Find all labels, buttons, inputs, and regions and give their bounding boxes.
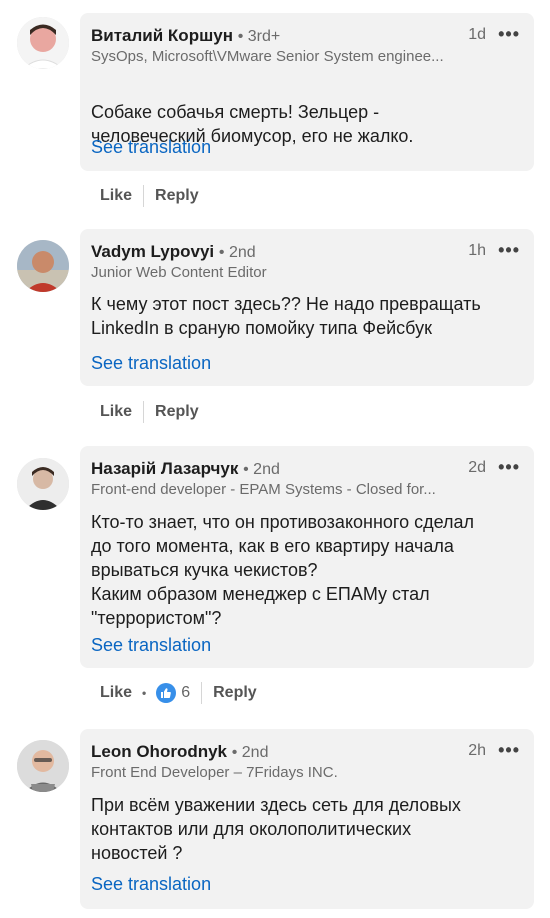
comment-header: Leon Ohorodnyk • 2nd [91,742,268,763]
connection-degree: • 2nd [243,461,280,478]
author-name[interactable]: Leon Ohorodnyk [91,742,227,761]
see-translation-link[interactable]: See translation [91,874,211,895]
see-translation-link[interactable]: See translation [91,353,211,374]
divider [143,185,145,207]
connection-degree: • 2nd [218,244,256,261]
author-name[interactable]: Vadym Lypovyi [91,242,214,261]
divider [143,401,145,423]
see-translation-link[interactable]: See translation [91,137,211,158]
author-name[interactable]: Назарій Лазарчук [91,459,238,478]
comment-text: Кто-то знает, что он противозаконного сд… [91,512,475,628]
separator-dot: • [142,686,147,700]
comment-bubble: Назарій Лазарчук • 2nd 2d ••• Front-end … [80,446,534,668]
thumbs-up-icon [156,683,177,703]
reply-button[interactable]: Reply [155,403,199,421]
comment-bubble: Виталий Коршун • 3rd+ 1d ••• SysOps, Mic… [80,13,534,171]
reaction-count[interactable]: 6 [156,683,190,703]
author-headline: Front-end developer - EPAM Systems - Clo… [91,481,436,498]
author-headline: Junior Web Content Editor [91,264,267,281]
avatar[interactable] [17,17,69,69]
comment-actions: Like Reply [100,401,199,423]
reply-button[interactable]: Reply [213,684,257,702]
connection-degree: • 2nd [231,744,269,761]
comment-time: 2h [468,742,486,759]
more-horizontal-icon[interactable]: ••• [498,24,520,45]
comment-actions: Like • 6 Reply [100,682,257,704]
more-horizontal-icon[interactable]: ••• [498,457,520,478]
comment-bubble: Leon Ohorodnyk • 2nd 2h ••• Front End De… [80,729,534,909]
comment-header: Назарій Лазарчук • 2nd [91,459,280,480]
avatar[interactable] [17,458,69,510]
author-headline: SysOps, Microsoft\VMware Senior System e… [91,48,444,65]
comment-time: 1h [468,242,486,259]
comment-text: К чему этот пост здесь?? Не надо превращ… [91,294,481,338]
avatar[interactable] [17,240,69,292]
comment-header: Виталий Коршун • 3rd+ [91,26,280,47]
author-name[interactable]: Виталий Коршун [91,26,233,45]
see-translation-link[interactable]: See translation [91,635,211,656]
comment-header: Vadym Lypovyi • 2nd [91,242,256,263]
like-button[interactable]: Like [100,403,132,421]
comment-actions: Like Reply [100,185,199,207]
comment-time: 1d [468,26,486,43]
comment-time: 2d [468,459,486,476]
divider [201,682,203,704]
like-button[interactable]: Like [100,684,132,702]
connection-degree: • 3rd+ [237,28,281,45]
comment-text: При всём уважении здесь сеть для деловых… [91,795,461,863]
reaction-number: 6 [181,684,191,701]
like-button[interactable]: Like [100,187,132,205]
more-horizontal-icon[interactable]: ••• [498,740,520,761]
author-headline: Front End Developer – 7Fridays INC. [91,764,338,781]
more-horizontal-icon[interactable]: ••• [498,240,520,261]
comment-bubble: Vadym Lypovyi • 2nd 1h ••• Junior Web Co… [80,229,534,386]
avatar[interactable] [17,740,69,792]
reply-button[interactable]: Reply [155,187,199,205]
